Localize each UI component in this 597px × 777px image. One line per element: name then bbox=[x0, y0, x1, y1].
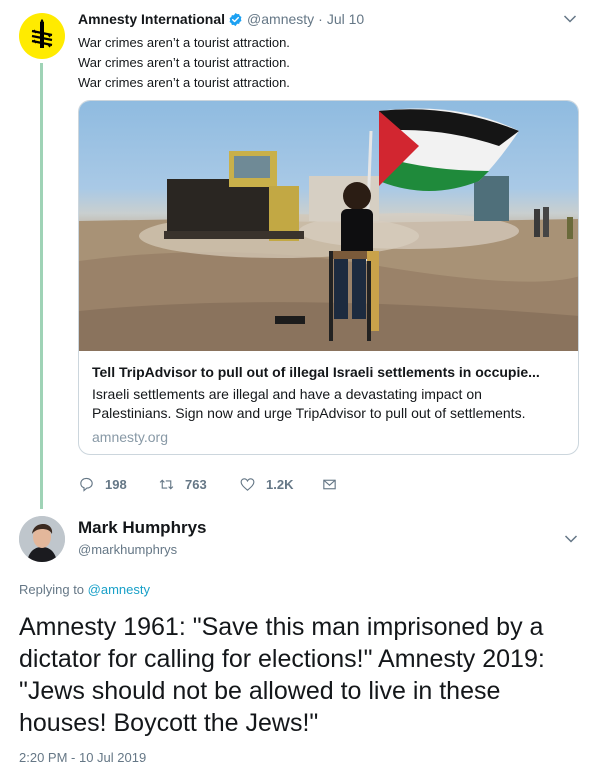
like-button[interactable]: 1.2K bbox=[239, 476, 321, 493]
thread-line bbox=[40, 63, 43, 509]
tweet-line: War crimes aren’t a tourist attraction. bbox=[78, 55, 290, 70]
replying-prefix: Replying to bbox=[19, 582, 85, 597]
retweet-icon bbox=[159, 478, 174, 490]
card-description: Israeli settlements are illegal and have… bbox=[92, 386, 526, 421]
tweet-actions: 198 763 1.2K bbox=[78, 474, 338, 494]
card-image bbox=[79, 101, 578, 351]
reply-icon bbox=[80, 477, 93, 492]
reply-button[interactable]: 198 bbox=[78, 476, 158, 493]
chevron-down-icon[interactable] bbox=[564, 534, 578, 544]
link-card[interactable]: Tell TripAdvisor to pull out of illegal … bbox=[78, 100, 579, 455]
parent-tweet: Amnesty International @amnesty · Jul 10 … bbox=[0, 0, 597, 510]
heart-icon bbox=[240, 477, 255, 491]
tweet-line: War crimes aren’t a tourist attraction. bbox=[78, 75, 290, 90]
card-body: Tell TripAdvisor to pull out of illegal … bbox=[79, 352, 578, 454]
retweet-button[interactable]: 763 bbox=[158, 476, 239, 493]
card-photo bbox=[79, 108, 578, 351]
author-name[interactable]: Amnesty International bbox=[78, 11, 225, 27]
retweet-count: 763 bbox=[185, 476, 207, 492]
amnesty-avatar[interactable] bbox=[19, 13, 65, 59]
replying-to: Replying to @amnesty bbox=[19, 582, 150, 597]
parent-tweet-header: Amnesty International @amnesty · Jul 10 bbox=[78, 11, 364, 27]
envelope-icon bbox=[323, 479, 336, 489]
tweet-text: War crimes aren’t a tourist attraction. … bbox=[78, 33, 290, 93]
reply-timestamp[interactable]: 2:20 PM - 10 Jul 2019 bbox=[19, 750, 146, 765]
reply-author-handle[interactable]: @markhumphrys bbox=[78, 542, 177, 557]
card-title[interactable]: Tell TripAdvisor to pull out of illegal … bbox=[92, 363, 565, 382]
replying-to-link[interactable]: @amnesty bbox=[88, 582, 150, 597]
chevron-down-icon[interactable] bbox=[563, 14, 577, 24]
mark-humphrys-avatar[interactable] bbox=[19, 516, 65, 562]
card-domain: amnesty.org bbox=[92, 429, 168, 445]
reply-author-name[interactable]: Mark Humphrys bbox=[78, 518, 206, 538]
candle-barbed-wire-icon bbox=[31, 19, 53, 48]
like-count: 1.2K bbox=[266, 476, 294, 492]
tweet-line: War crimes aren’t a tourist attraction. bbox=[78, 35, 290, 50]
verified-badge-icon bbox=[229, 12, 242, 26]
author-handle[interactable]: @amnesty bbox=[247, 11, 314, 27]
reply-count: 198 bbox=[105, 476, 127, 492]
direct-message-button[interactable] bbox=[321, 476, 338, 493]
profile-photo bbox=[19, 516, 65, 562]
tweet-date[interactable]: Jul 10 bbox=[327, 11, 364, 27]
reply-text: Amnesty 1961: "Save this man imprisoned … bbox=[19, 613, 545, 737]
separator-dot: · bbox=[318, 11, 323, 27]
